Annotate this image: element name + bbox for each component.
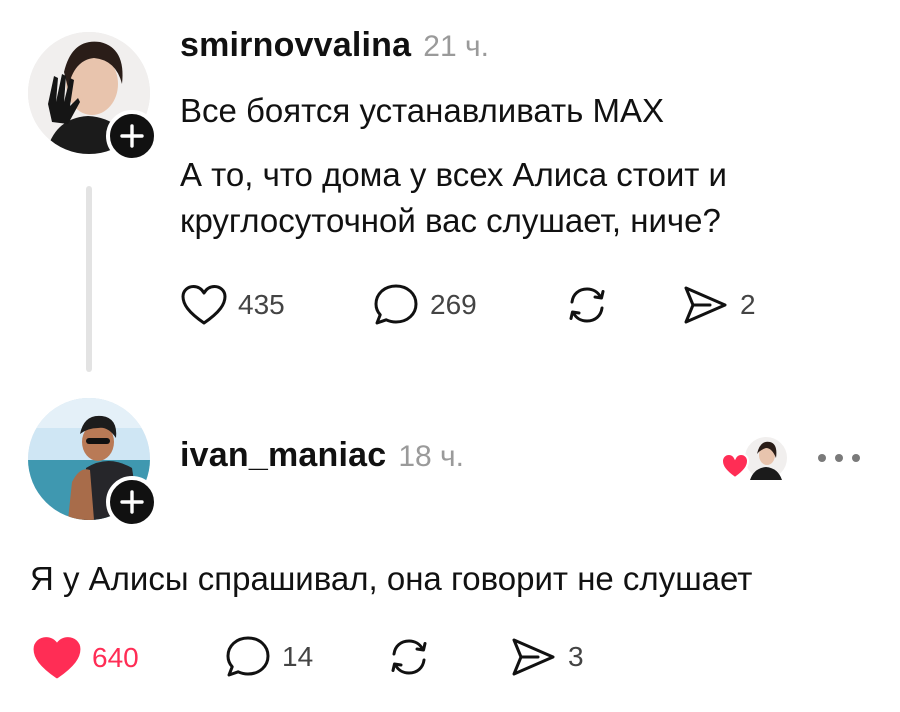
- thread-line: [86, 186, 92, 372]
- reply-time: 18 ч.: [398, 440, 464, 473]
- repost-icon: [569, 287, 605, 323]
- author-liked-indicator: [720, 434, 792, 484]
- post-text-line-3: круглосуточной вас слушает, ниче?: [180, 202, 721, 239]
- post-like-count: 435: [238, 289, 285, 320]
- post-comment-button[interactable]: 269: [372, 282, 477, 328]
- reply-send-count: 3: [568, 641, 584, 672]
- reply-header: ivan_maniac 18 ч.: [180, 436, 464, 475]
- post-username[interactable]: smirnovvalina: [180, 26, 411, 64]
- comment-icon: [374, 284, 418, 325]
- post-send-button[interactable]: 2: [680, 282, 756, 328]
- reply-like-count: 640: [92, 642, 139, 673]
- more-icon-dot: [835, 454, 843, 462]
- post-like-button[interactable]: 435: [180, 284, 285, 326]
- comment-icon: [226, 636, 270, 677]
- reply-repost-button[interactable]: [384, 634, 434, 680]
- reply-comment-count: 14: [282, 641, 314, 672]
- more-icon-dot: [852, 454, 860, 462]
- post-comment-count: 269: [430, 289, 477, 320]
- send-icon: [684, 286, 727, 324]
- more-options-button[interactable]: [818, 454, 860, 462]
- reply-like-button[interactable]: 640: [32, 636, 139, 680]
- send-icon: [512, 638, 555, 676]
- reply-follow-button[interactable]: [106, 476, 158, 528]
- reply-comment-button[interactable]: 14: [224, 634, 313, 680]
- heart-filled-icon: [33, 637, 81, 679]
- post-repost-button[interactable]: [562, 282, 612, 328]
- heart-icon: [181, 285, 227, 325]
- post-text-line-1: Все боятся устанавливать MAX: [180, 92, 664, 129]
- repost-icon: [391, 639, 427, 675]
- post-text-line-2: А то, что дома у всех Алиса стоит и: [180, 156, 727, 193]
- more-icon: [818, 454, 826, 462]
- plus-icon: [120, 124, 144, 148]
- reply-send-button[interactable]: 3: [508, 634, 584, 680]
- post-send-count: 2: [740, 289, 756, 320]
- follow-button[interactable]: [106, 110, 158, 162]
- post-header: smirnovvalina 21 ч.: [180, 26, 489, 65]
- reply-text: Я у Алисы спрашивал, она говорит не слуш…: [30, 560, 753, 597]
- post-time: 21 ч.: [423, 30, 489, 63]
- plus-icon: [120, 490, 144, 514]
- reply-username[interactable]: ivan_maniac: [180, 436, 386, 474]
- heart-icon: [720, 452, 750, 480]
